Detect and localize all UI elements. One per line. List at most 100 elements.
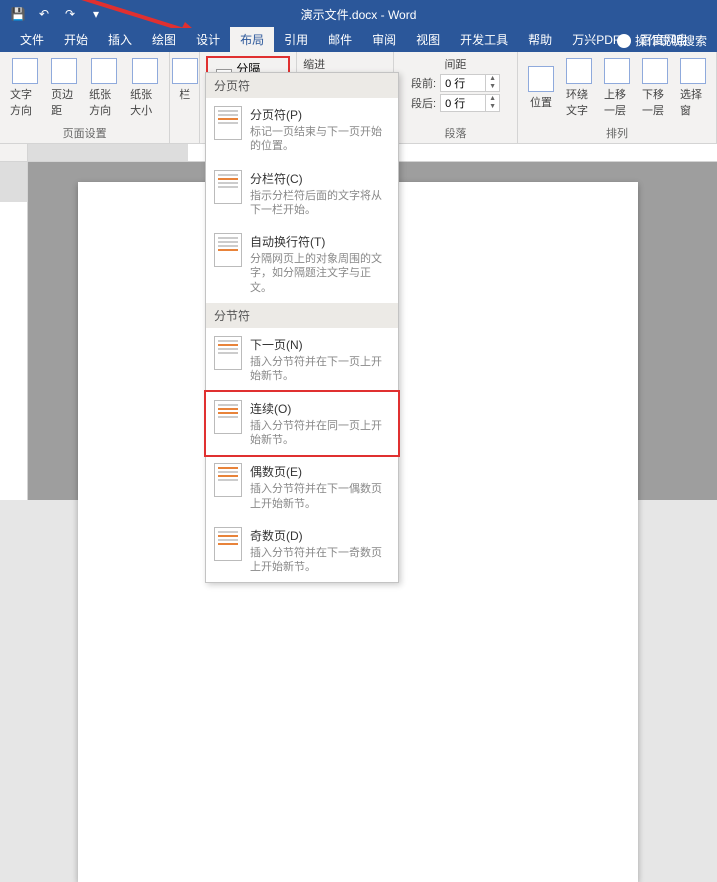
continuous-title: 连续(O) <box>250 400 390 417</box>
tab-mailings[interactable]: 邮件 <box>318 27 362 52</box>
even-page-title: 偶数页(E) <box>250 463 390 480</box>
text-wrapping-break-desc: 分隔网页上的对象周围的文字，如分隔题注文字与正文。 <box>250 252 390 295</box>
orientation-button[interactable]: 纸张方向 <box>85 56 122 120</box>
selection-pane-button[interactable]: 选择窗 <box>676 56 710 120</box>
columns-label: 栏 <box>179 86 190 102</box>
odd-page-break-item[interactable]: 奇数页(D) 插入分节符并在下一奇数页上开始新节。 <box>206 519 398 583</box>
even-page-break-item[interactable]: 偶数页(E) 插入分节符并在下一偶数页上开始新节。 <box>206 455 398 519</box>
spacing-after-field[interactable] <box>441 97 485 109</box>
selection-pane-icon <box>680 58 706 84</box>
redo-button[interactable]: ↷ <box>60 4 80 24</box>
wrap-label: 环绕文字 <box>566 86 592 118</box>
spacing-after-label: 段后: <box>411 95 436 111</box>
lightbulb-icon <box>617 34 631 48</box>
qat-more-button[interactable]: ▾ <box>86 4 106 24</box>
continuous-icon <box>214 400 242 434</box>
arrange-group-label: 排列 <box>606 125 628 141</box>
tell-me-search[interactable]: 操作说明搜索 <box>617 32 707 49</box>
tab-file[interactable]: 文件 <box>10 27 54 52</box>
tab-references[interactable]: 引用 <box>274 27 318 52</box>
spacing-before-field[interactable] <box>441 77 485 89</box>
ruler-corner <box>0 144 28 161</box>
tab-insert[interactable]: 插入 <box>98 27 142 52</box>
spinner-buttons[interactable]: ▲▼ <box>485 95 499 111</box>
page-break-item[interactable]: 分页符(P) 标记一页结束与下一页开始的位置。 <box>206 98 398 162</box>
column-break-icon <box>214 170 242 204</box>
margins-button[interactable]: 页边距 <box>47 56 81 120</box>
position-icon <box>528 66 554 92</box>
breaks-dropdown: 分页符 分页符(P) 标记一页结束与下一页开始的位置。 分栏符(C) 指示分栏符后面… <box>205 72 399 583</box>
ribbon-tabs: 文件 开始 插入 绘图 设计 布局 引用 邮件 审阅 视图 开发工具 帮助 万兴… <box>0 28 717 52</box>
page-break-desc: 标记一页结束与下一页开始的位置。 <box>250 125 390 154</box>
page-setup-group: 文字方向 页边距 纸张方向 纸张大小 页面设置 <box>0 52 170 143</box>
undo-button[interactable]: ↶ <box>34 4 54 24</box>
indent-heading: 缩进 <box>303 56 325 72</box>
tab-draw[interactable]: 绘图 <box>142 27 186 52</box>
page-breaks-header: 分页符 <box>206 73 398 98</box>
even-page-icon <box>214 463 242 497</box>
tab-home[interactable]: 开始 <box>54 27 98 52</box>
tell-me-label: 操作说明搜索 <box>635 32 707 49</box>
vertical-ruler[interactable] <box>0 162 28 500</box>
size-label: 纸张大小 <box>130 86 159 118</box>
next-page-break-item[interactable]: 下一页(N) 插入分节符并在下一页上开始新节。 <box>206 328 398 392</box>
spacing-before-input[interactable]: ▲▼ <box>440 74 500 92</box>
quick-access-toolbar: 💾 ↶ ↷ ▾ <box>0 4 106 24</box>
forward-label: 上移一层 <box>604 86 630 118</box>
section-breaks-header: 分节符 <box>206 303 398 328</box>
wrap-text-button[interactable]: 环绕文字 <box>562 56 596 120</box>
paragraph-group-label: 段落 <box>445 125 467 141</box>
title-bar: 💾 ↶ ↷ ▾ 演示文件.docx - Word <box>0 0 717 28</box>
column-break-title: 分栏符(C) <box>250 170 390 187</box>
send-backward-button[interactable]: 下移一层 <box>638 56 672 120</box>
margins-label: 页边距 <box>51 86 77 118</box>
spinner-buttons[interactable]: ▲▼ <box>485 75 499 91</box>
odd-page-title: 奇数页(D) <box>250 527 390 544</box>
continuous-break-item[interactable]: 连续(O) 插入分节符并在同一页上开始新节。 <box>204 390 400 458</box>
column-break-desc: 指示分栏符后面的文字将从下一栏开始。 <box>250 189 390 218</box>
spacing-after-input[interactable]: ▲▼ <box>440 94 500 112</box>
page-break-title: 分页符(P) <box>250 106 390 123</box>
text-wrapping-break-title: 自动换行符(T) <box>250 233 390 250</box>
margins-icon <box>51 58 77 84</box>
text-direction-button[interactable]: 文字方向 <box>6 56 43 120</box>
tab-view[interactable]: 视图 <box>406 27 450 52</box>
tab-developer[interactable]: 开发工具 <box>450 27 518 52</box>
columns-icon <box>172 58 198 84</box>
size-button[interactable]: 纸张大小 <box>126 56 163 120</box>
continuous-desc: 插入分节符并在同一页上开始新节。 <box>250 419 390 448</box>
text-direction-icon <box>12 58 38 84</box>
send-backward-icon <box>642 58 668 84</box>
bring-forward-icon <box>604 58 630 84</box>
spacing-before-label: 段前: <box>411 75 436 91</box>
page-size-icon <box>132 58 158 84</box>
text-direction-label: 文字方向 <box>10 86 39 118</box>
text-wrapping-break-item[interactable]: 自动换行符(T) 分隔网页上的对象周围的文字，如分隔题注文字与正文。 <box>206 225 398 303</box>
next-page-desc: 插入分节符并在下一页上开始新节。 <box>250 355 390 384</box>
even-page-desc: 插入分节符并在下一偶数页上开始新节。 <box>250 482 390 511</box>
tab-layout[interactable]: 布局 <box>230 27 274 52</box>
backward-label: 下移一层 <box>642 86 668 118</box>
position-button[interactable]: 位置 <box>524 56 558 120</box>
document-title: 演示文件.docx - Word <box>301 6 417 23</box>
arrange-group: 位置 环绕文字 上移一层 下移一层 选择窗 排列 <box>518 52 717 143</box>
wrap-text-icon <box>566 58 592 84</box>
columns-button[interactable]: 栏 <box>168 56 202 104</box>
tab-help[interactable]: 帮助 <box>518 27 562 52</box>
columns-group: 栏 <box>170 52 200 143</box>
next-page-title: 下一页(N) <box>250 336 390 353</box>
spacing-heading: 间距 <box>445 56 467 72</box>
tab-review[interactable]: 审阅 <box>362 27 406 52</box>
save-button[interactable]: 💾 <box>8 4 28 24</box>
column-break-item[interactable]: 分栏符(C) 指示分栏符后面的文字将从下一栏开始。 <box>206 162 398 226</box>
page-setup-group-label: 页面设置 <box>63 125 107 141</box>
tab-design[interactable]: 设计 <box>186 27 230 52</box>
odd-page-icon <box>214 527 242 561</box>
bring-forward-button[interactable]: 上移一层 <box>600 56 634 120</box>
orientation-label: 纸张方向 <box>89 86 118 118</box>
position-label: 位置 <box>530 94 552 110</box>
text-wrapping-break-icon <box>214 233 242 267</box>
next-page-icon <box>214 336 242 370</box>
odd-page-desc: 插入分节符并在下一奇数页上开始新节。 <box>250 546 390 575</box>
select-label: 选择窗 <box>680 86 706 118</box>
